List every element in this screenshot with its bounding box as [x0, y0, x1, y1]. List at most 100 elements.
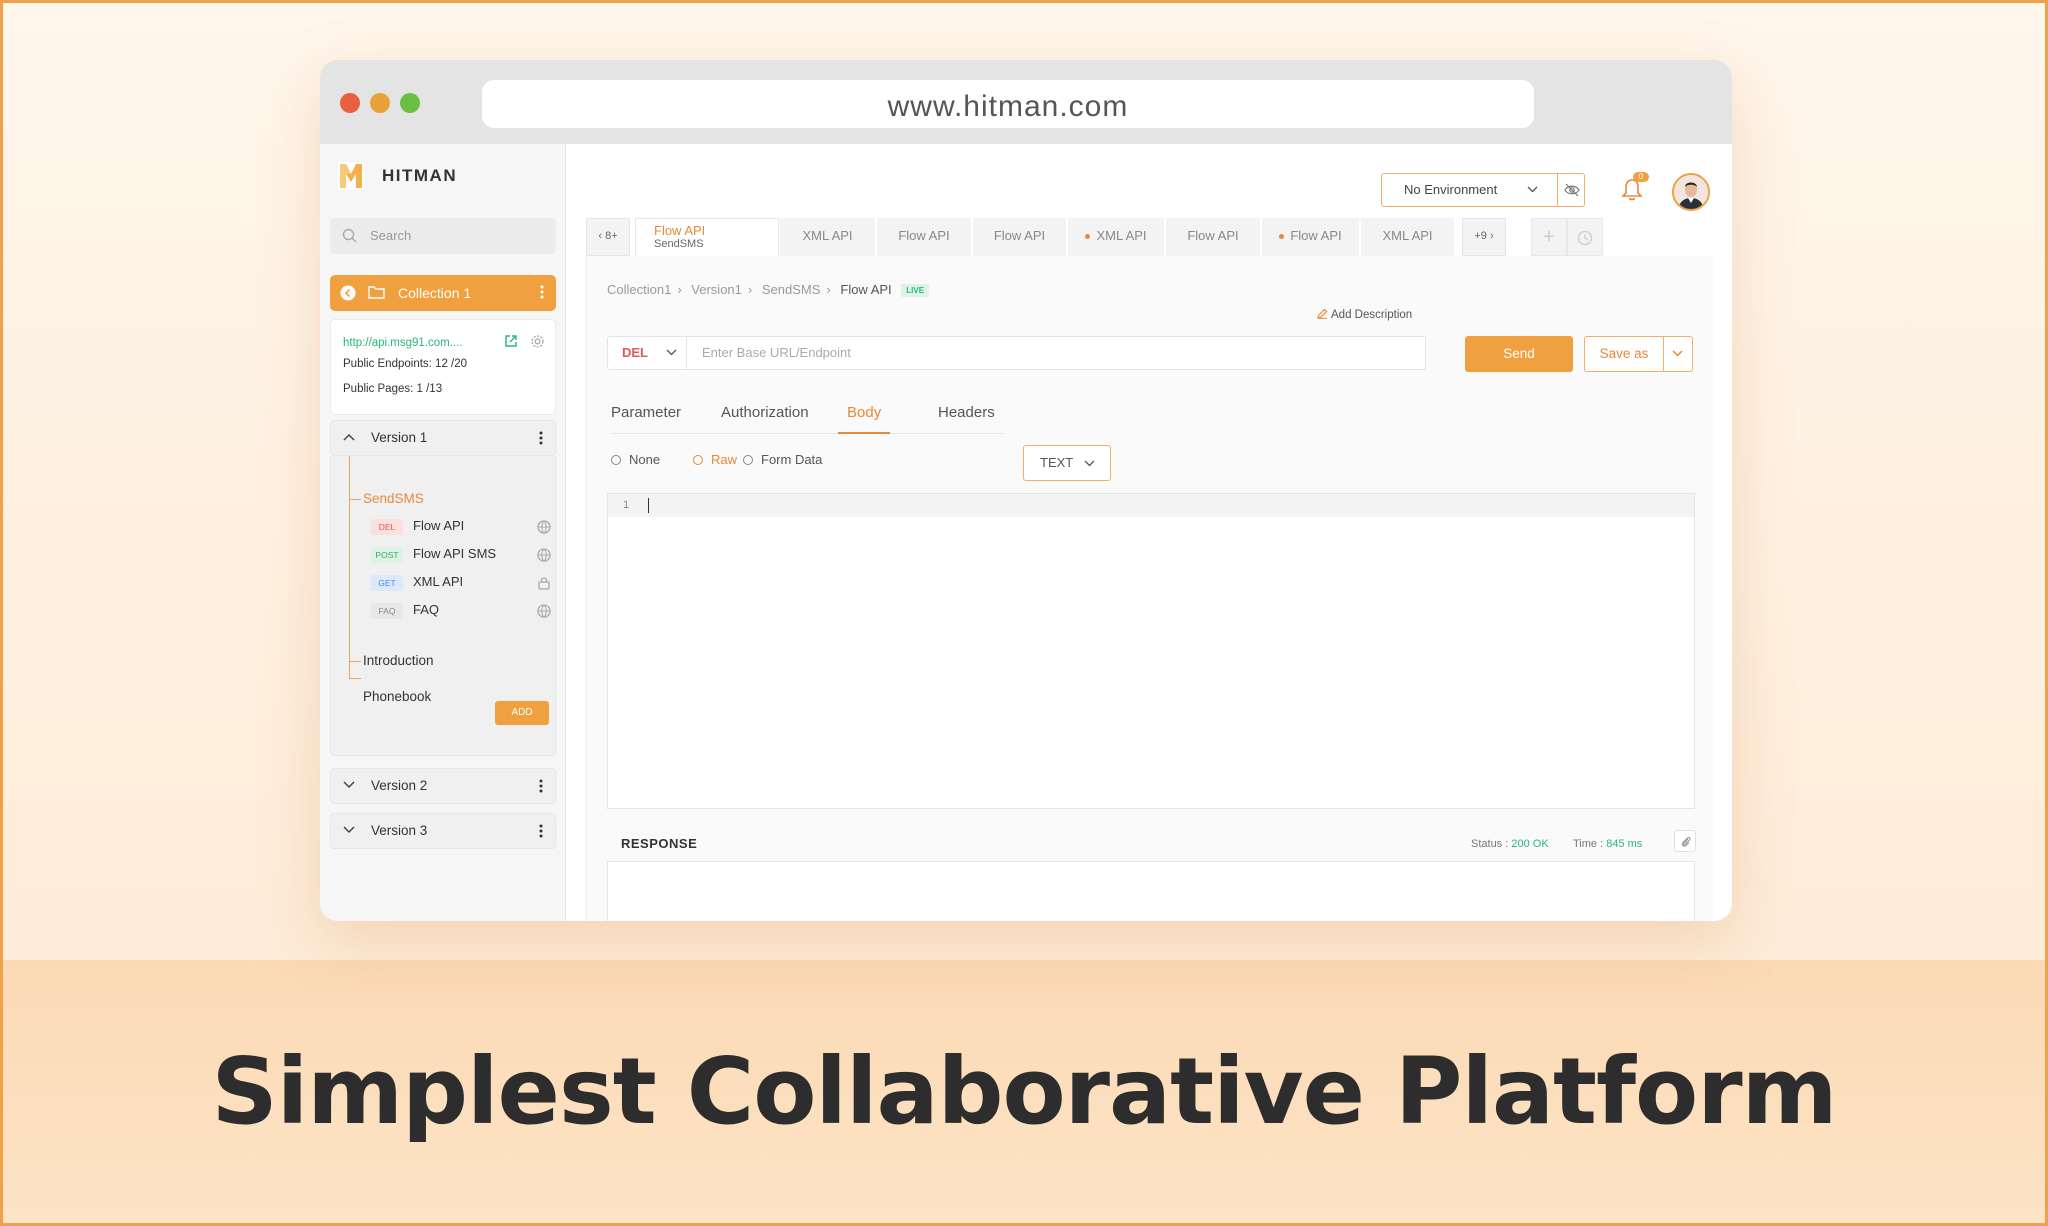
endpoint-faq[interactable]: FAQ FAQ — [371, 602, 551, 622]
chevron-down-icon — [343, 826, 355, 834]
endpoint-name: FAQ — [413, 602, 440, 617]
breadcrumb-item[interactable]: Version1 — [691, 282, 742, 297]
tabs-scroll-left[interactable]: ‹ 8+ — [586, 218, 630, 256]
user-avatar-icon — [1674, 175, 1708, 209]
unsaved-dot — [1279, 234, 1285, 240]
endpoint-name: Flow API — [413, 518, 465, 533]
version-menu-icon[interactable] — [539, 431, 543, 445]
version-menu-icon[interactable] — [539, 824, 543, 838]
tab-xml-api[interactable]: XML API — [1361, 218, 1455, 256]
breadcrumb-item[interactable]: SendSMS — [762, 282, 821, 297]
search-input[interactable]: Search — [330, 218, 556, 254]
method-select[interactable]: DEL — [607, 336, 687, 370]
body-format-select[interactable]: TEXT — [1023, 445, 1111, 481]
collection-info-card: http://api.msg91.com.... Public Endpoint… — [330, 319, 556, 415]
tab-flow-api[interactable]: Flow API — [973, 218, 1067, 256]
endpoint-xml-api[interactable]: GET XML API — [371, 574, 551, 594]
tab-body[interactable]: Body — [838, 404, 891, 434]
left-overflow-count: 8+ — [605, 230, 618, 242]
tab-authorization[interactable]: Authorization — [721, 404, 809, 434]
history-button[interactable] — [1567, 218, 1603, 256]
endpoint-name: XML API — [413, 574, 464, 589]
attach-button[interactable] — [1674, 830, 1696, 852]
avatar[interactable] — [1672, 173, 1710, 211]
tree-page-introduction[interactable]: Introduction — [363, 653, 434, 668]
body-type-form-data[interactable]: Form Data — [743, 452, 822, 467]
tab-flow-api-active[interactable]: Flow API SendSMS — [635, 218, 779, 256]
body-type-raw[interactable]: Raw — [693, 452, 737, 467]
radio-label: None — [629, 452, 661, 467]
tab-label: Flow API — [1187, 228, 1239, 243]
breadcrumb-item[interactable]: Collection1 — [607, 282, 671, 297]
endpoint-input[interactable]: Enter Base URL/Endpoint — [687, 336, 1426, 370]
version-1-header[interactable]: Version 1 — [330, 420, 556, 456]
paperclip-icon — [1681, 836, 1691, 847]
maximize-window-button[interactable] — [400, 93, 420, 113]
body-editor[interactable]: 1 — [607, 493, 1695, 809]
add-button[interactable]: ADD — [495, 701, 549, 725]
globe-icon — [537, 520, 551, 534]
environment-visibility-toggle[interactable] — [1557, 173, 1586, 207]
chevron-right-icon: › — [677, 282, 682, 297]
version-3-header[interactable]: Version 3 — [330, 813, 556, 849]
eye-off-icon — [1564, 183, 1580, 197]
chevron-right-icon: › — [826, 282, 831, 297]
version-label: Version 2 — [371, 778, 428, 793]
breadcrumb: Collection1 › Version1 › SendSMS › Flow API… — [607, 282, 935, 298]
pencil-icon — [1317, 308, 1328, 319]
gear-icon[interactable] — [530, 334, 545, 349]
tab-flow-api-modified[interactable]: Flow API — [1262, 218, 1360, 256]
send-button[interactable]: Send — [1465, 336, 1573, 372]
tab-label: XML API — [802, 228, 853, 243]
chevron-down-icon — [1084, 460, 1095, 467]
app-logo: Hitman — [338, 162, 457, 190]
tab-xml-api[interactable]: XML API — [780, 218, 876, 256]
tab-label: XML API — [1096, 228, 1147, 243]
collection-selector[interactable]: Collection 1 — [330, 275, 556, 311]
close-window-button[interactable] — [340, 93, 360, 113]
add-description-link[interactable]: Add Description — [1317, 308, 1412, 321]
tree-group-sendsms[interactable]: SendSMS — [363, 491, 424, 506]
tab-parameter[interactable]: Parameter — [611, 404, 681, 434]
notification-count-badge: 0 — [1633, 172, 1649, 182]
tree-page-phonebook[interactable]: Phonebook — [363, 689, 431, 704]
body-type-none[interactable]: None — [611, 452, 660, 467]
collection-name: Collection 1 — [398, 285, 472, 301]
tabs-scroll-right[interactable]: +9 › — [1462, 218, 1506, 256]
collection-menu-icon[interactable] — [540, 285, 544, 299]
breadcrumb-current: Flow API — [840, 282, 892, 297]
tab-xml-api-modified[interactable]: XML API — [1068, 218, 1165, 256]
environment-selector[interactable]: No Environment — [1381, 173, 1585, 207]
request-tab-bar: ‹ 8+ Flow API SendSMS XML API Flow API F… — [586, 218, 1696, 256]
time-value: 845 ms — [1606, 838, 1643, 850]
status-label: Status : — [1471, 838, 1509, 850]
tree-branch — [349, 499, 361, 500]
tab-sublabel: SendSMS — [654, 238, 704, 250]
address-bar[interactable]: www.hitman.com — [482, 80, 1534, 128]
version-label: Version 1 — [371, 430, 428, 445]
chevron-down-icon — [1527, 186, 1538, 193]
back-arrow-icon[interactable] — [340, 285, 356, 301]
method-badge: POST — [371, 547, 403, 563]
save-options-button[interactable] — [1664, 336, 1693, 372]
minimize-window-button[interactable] — [370, 93, 390, 113]
version-menu-icon[interactable] — [539, 779, 543, 793]
tab-headers[interactable]: Headers — [938, 404, 995, 434]
endpoint-flow-api-sms[interactable]: POST Flow API SMS — [371, 546, 551, 566]
version-2-header[interactable]: Version 2 — [330, 768, 556, 804]
base-url-link[interactable]: http://api.msg91.com.... — [343, 337, 463, 349]
new-tab-button[interactable]: + — [1531, 218, 1567, 256]
clock-icon — [1577, 230, 1593, 246]
save-as-button[interactable]: Save as — [1584, 336, 1664, 372]
sidebar: Hitman Search Collection 1 http://api.m — [320, 144, 566, 921]
method-value: DEL — [622, 345, 648, 360]
unsaved-dot — [1085, 234, 1091, 240]
chevron-down-icon — [343, 781, 355, 789]
endpoint-flow-api[interactable]: DEL Flow API — [371, 518, 551, 538]
tab-flow-api[interactable]: Flow API — [877, 218, 972, 256]
headline: Simplest Collaborative Platform — [211, 1038, 1838, 1145]
globe-icon — [537, 548, 551, 562]
external-link-icon[interactable] — [504, 334, 518, 348]
tab-flow-api[interactable]: Flow API — [1166, 218, 1261, 256]
chevron-down-icon — [666, 349, 677, 356]
